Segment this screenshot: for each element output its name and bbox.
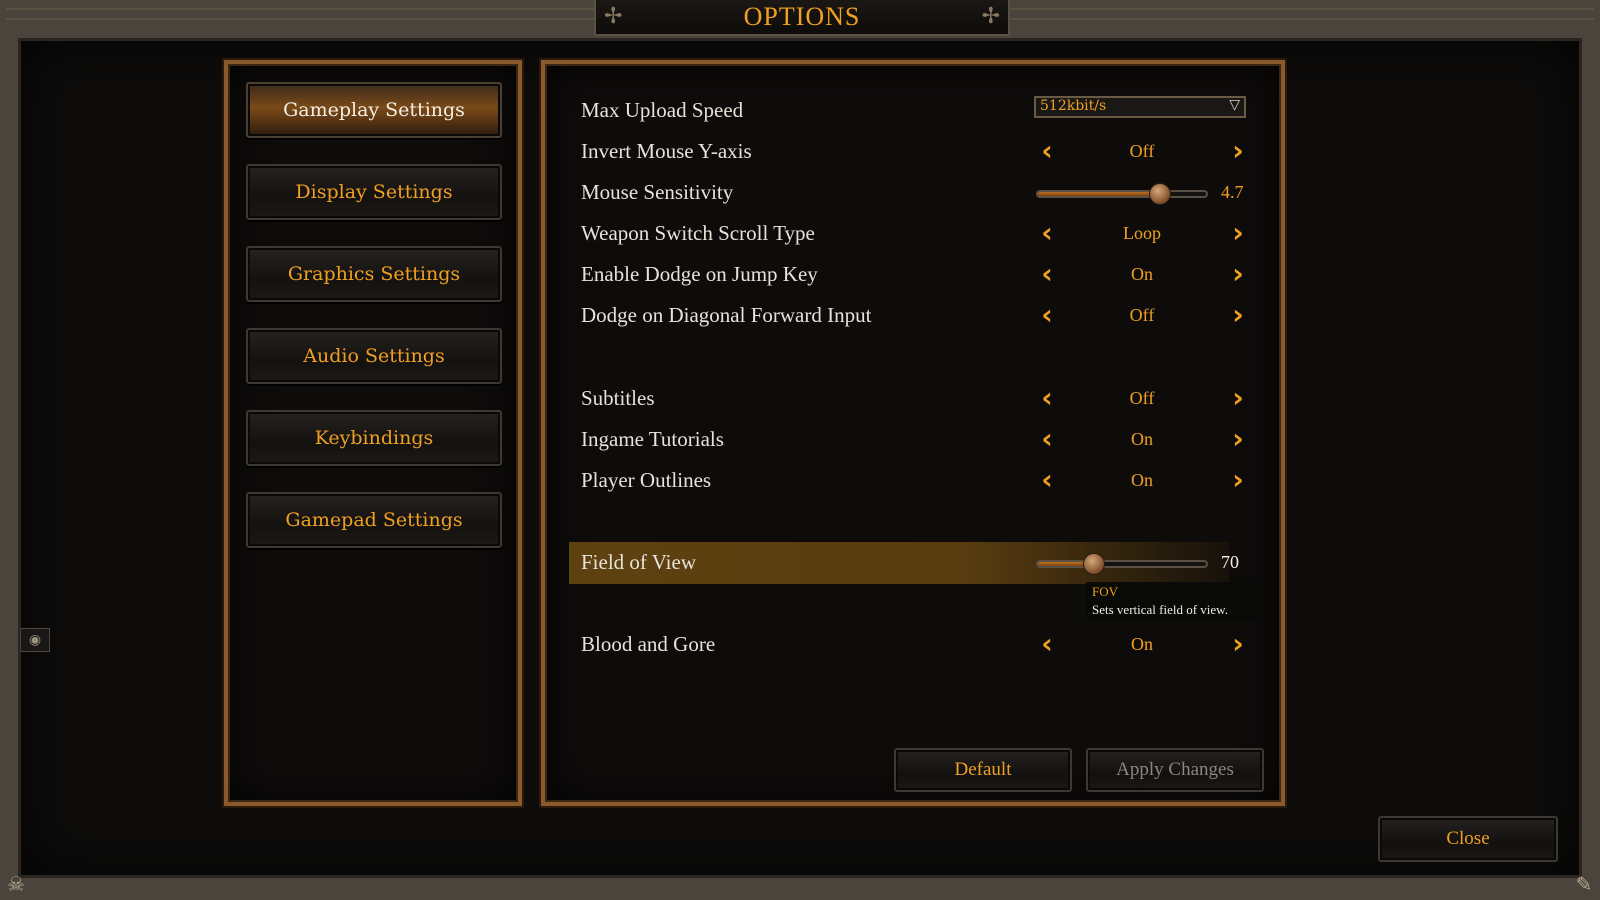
nav-audio-settings[interactable]: Audio Settings [246, 328, 502, 384]
slider-knob[interactable] [1083, 553, 1106, 575]
chevron-left-icon[interactable]: ‹ [1033, 425, 1061, 453]
slider-value: 4.7 [1221, 182, 1244, 202]
setting-value: Off [1129, 141, 1155, 161]
setting-ingame-tutorials: Ingame Tutorials ‹ On › [581, 423, 1244, 459]
setting-label: Enable Dodge on Jump Key [581, 262, 818, 286]
chevron-left-icon[interactable]: ‹ [1033, 630, 1061, 658]
page-title: OPTIONS [743, 2, 861, 31]
setting-label: Blood and Gore [581, 632, 716, 656]
wrench-icon: ✎ [1575, 872, 1593, 896]
setting-dodge-jump: Enable Dodge on Jump Key ‹ On › [581, 258, 1244, 294]
chevron-right-icon[interactable]: › [1224, 301, 1252, 329]
setting-dodge-diagonal: Dodge on Diagonal Forward Input ‹ Off › [581, 299, 1244, 335]
chevron-right-icon[interactable]: › [1224, 466, 1252, 494]
setting-mouse-sensitivity: Mouse Sensitivity 4.7 [581, 176, 1244, 212]
skull-icon: ☠ [7, 872, 25, 896]
chevron-left-icon[interactable]: ‹ [1033, 137, 1061, 165]
setting-blood-and-gore: Blood and Gore ‹ On › [581, 628, 1244, 664]
chevron-right-icon[interactable]: › [1224, 425, 1252, 453]
setting-player-outlines: Player Outlines ‹ On › [581, 464, 1244, 500]
setting-value: Loop [1123, 223, 1161, 243]
apply-changes-button[interactable]: Apply Changes [1086, 748, 1264, 792]
cross-ornament-icon: ✢ [981, 4, 1000, 29]
settings-panel: Max Upload Speed 512kbit/s ▽ Invert Mous… [541, 60, 1285, 806]
chevron-right-icon[interactable]: › [1224, 384, 1252, 412]
chevron-left-icon[interactable]: ‹ [1033, 384, 1061, 412]
chevron-left-icon[interactable]: ‹ [1033, 466, 1061, 494]
nav-display-settings[interactable]: Display Settings [246, 164, 502, 220]
setting-label: Ingame Tutorials [581, 427, 724, 451]
slider-value: 70 [1221, 552, 1239, 572]
setting-subtitles: Subtitles ‹ Off › [581, 382, 1244, 418]
default-button[interactable]: Default [894, 748, 1072, 792]
nav-keybindings[interactable]: Keybindings [246, 410, 502, 466]
cross-ornament-icon: ✢ [604, 4, 623, 29]
setting-value: Off [1129, 305, 1155, 325]
dropdown-value: 512kbit/s [1040, 98, 1107, 114]
setting-weapon-switch: Weapon Switch Scroll Type ‹ Loop › [581, 217, 1244, 253]
chevron-right-icon[interactable]: › [1224, 137, 1252, 165]
eye-icon[interactable]: ◉ [20, 628, 50, 652]
setting-label: Player Outlines [581, 468, 712, 492]
title-plate: ✢ OPTIONS ✢ [594, 0, 1010, 36]
setting-field-of-view: Field of View 70 [569, 542, 1239, 584]
setting-value: Off [1129, 388, 1155, 408]
nav-gameplay-settings[interactable]: Gameplay Settings [246, 82, 502, 138]
fov-tooltip: FOV Sets vertical field of view. [1086, 582, 1256, 620]
setting-invert-mouse: Invert Mouse Y-axis ‹ Off › [581, 135, 1244, 171]
chevron-left-icon[interactable]: ‹ [1033, 219, 1061, 247]
tooltip-body: Sets vertical field of view. [1092, 602, 1228, 617]
setting-label: Subtitles [581, 386, 655, 410]
fov-slider[interactable] [1036, 553, 1208, 575]
setting-value: On [1131, 264, 1153, 284]
setting-label: Field of View [581, 550, 697, 574]
setting-label: Mouse Sensitivity [581, 180, 734, 204]
chevron-down-icon: ▽ [1229, 97, 1240, 113]
setting-value: On [1131, 634, 1153, 654]
slider-knob[interactable] [1148, 183, 1171, 205]
chevron-left-icon[interactable]: ‹ [1033, 260, 1061, 288]
chevron-right-icon[interactable]: › [1224, 219, 1252, 247]
upload-speed-dropdown[interactable]: 512kbit/s ▽ [1034, 96, 1246, 118]
nav-graphics-settings[interactable]: Graphics Settings [246, 246, 502, 302]
setting-value: On [1131, 429, 1153, 449]
chevron-right-icon[interactable]: › [1224, 260, 1252, 288]
slider-fill [1038, 192, 1159, 196]
chevron-right-icon[interactable]: › [1224, 630, 1252, 658]
setting-label: Invert Mouse Y-axis [581, 139, 752, 163]
setting-label: Dodge on Diagonal Forward Input [581, 303, 872, 327]
setting-value: On [1131, 470, 1153, 490]
tooltip-title: FOV [1092, 584, 1119, 599]
close-button[interactable]: Close [1378, 816, 1558, 862]
setting-label: Weapon Switch Scroll Type [581, 221, 815, 245]
setting-max-upload-speed: Max Upload Speed 512kbit/s ▽ [581, 94, 1246, 130]
nav-gamepad-settings[interactable]: Gamepad Settings [246, 492, 502, 548]
mouse-sensitivity-slider[interactable] [1036, 183, 1208, 205]
chevron-left-icon[interactable]: ‹ [1033, 301, 1061, 329]
setting-label: Max Upload Speed [581, 98, 744, 122]
settings-nav-panel: Gameplay Settings Display Settings Graph… [224, 60, 522, 806]
